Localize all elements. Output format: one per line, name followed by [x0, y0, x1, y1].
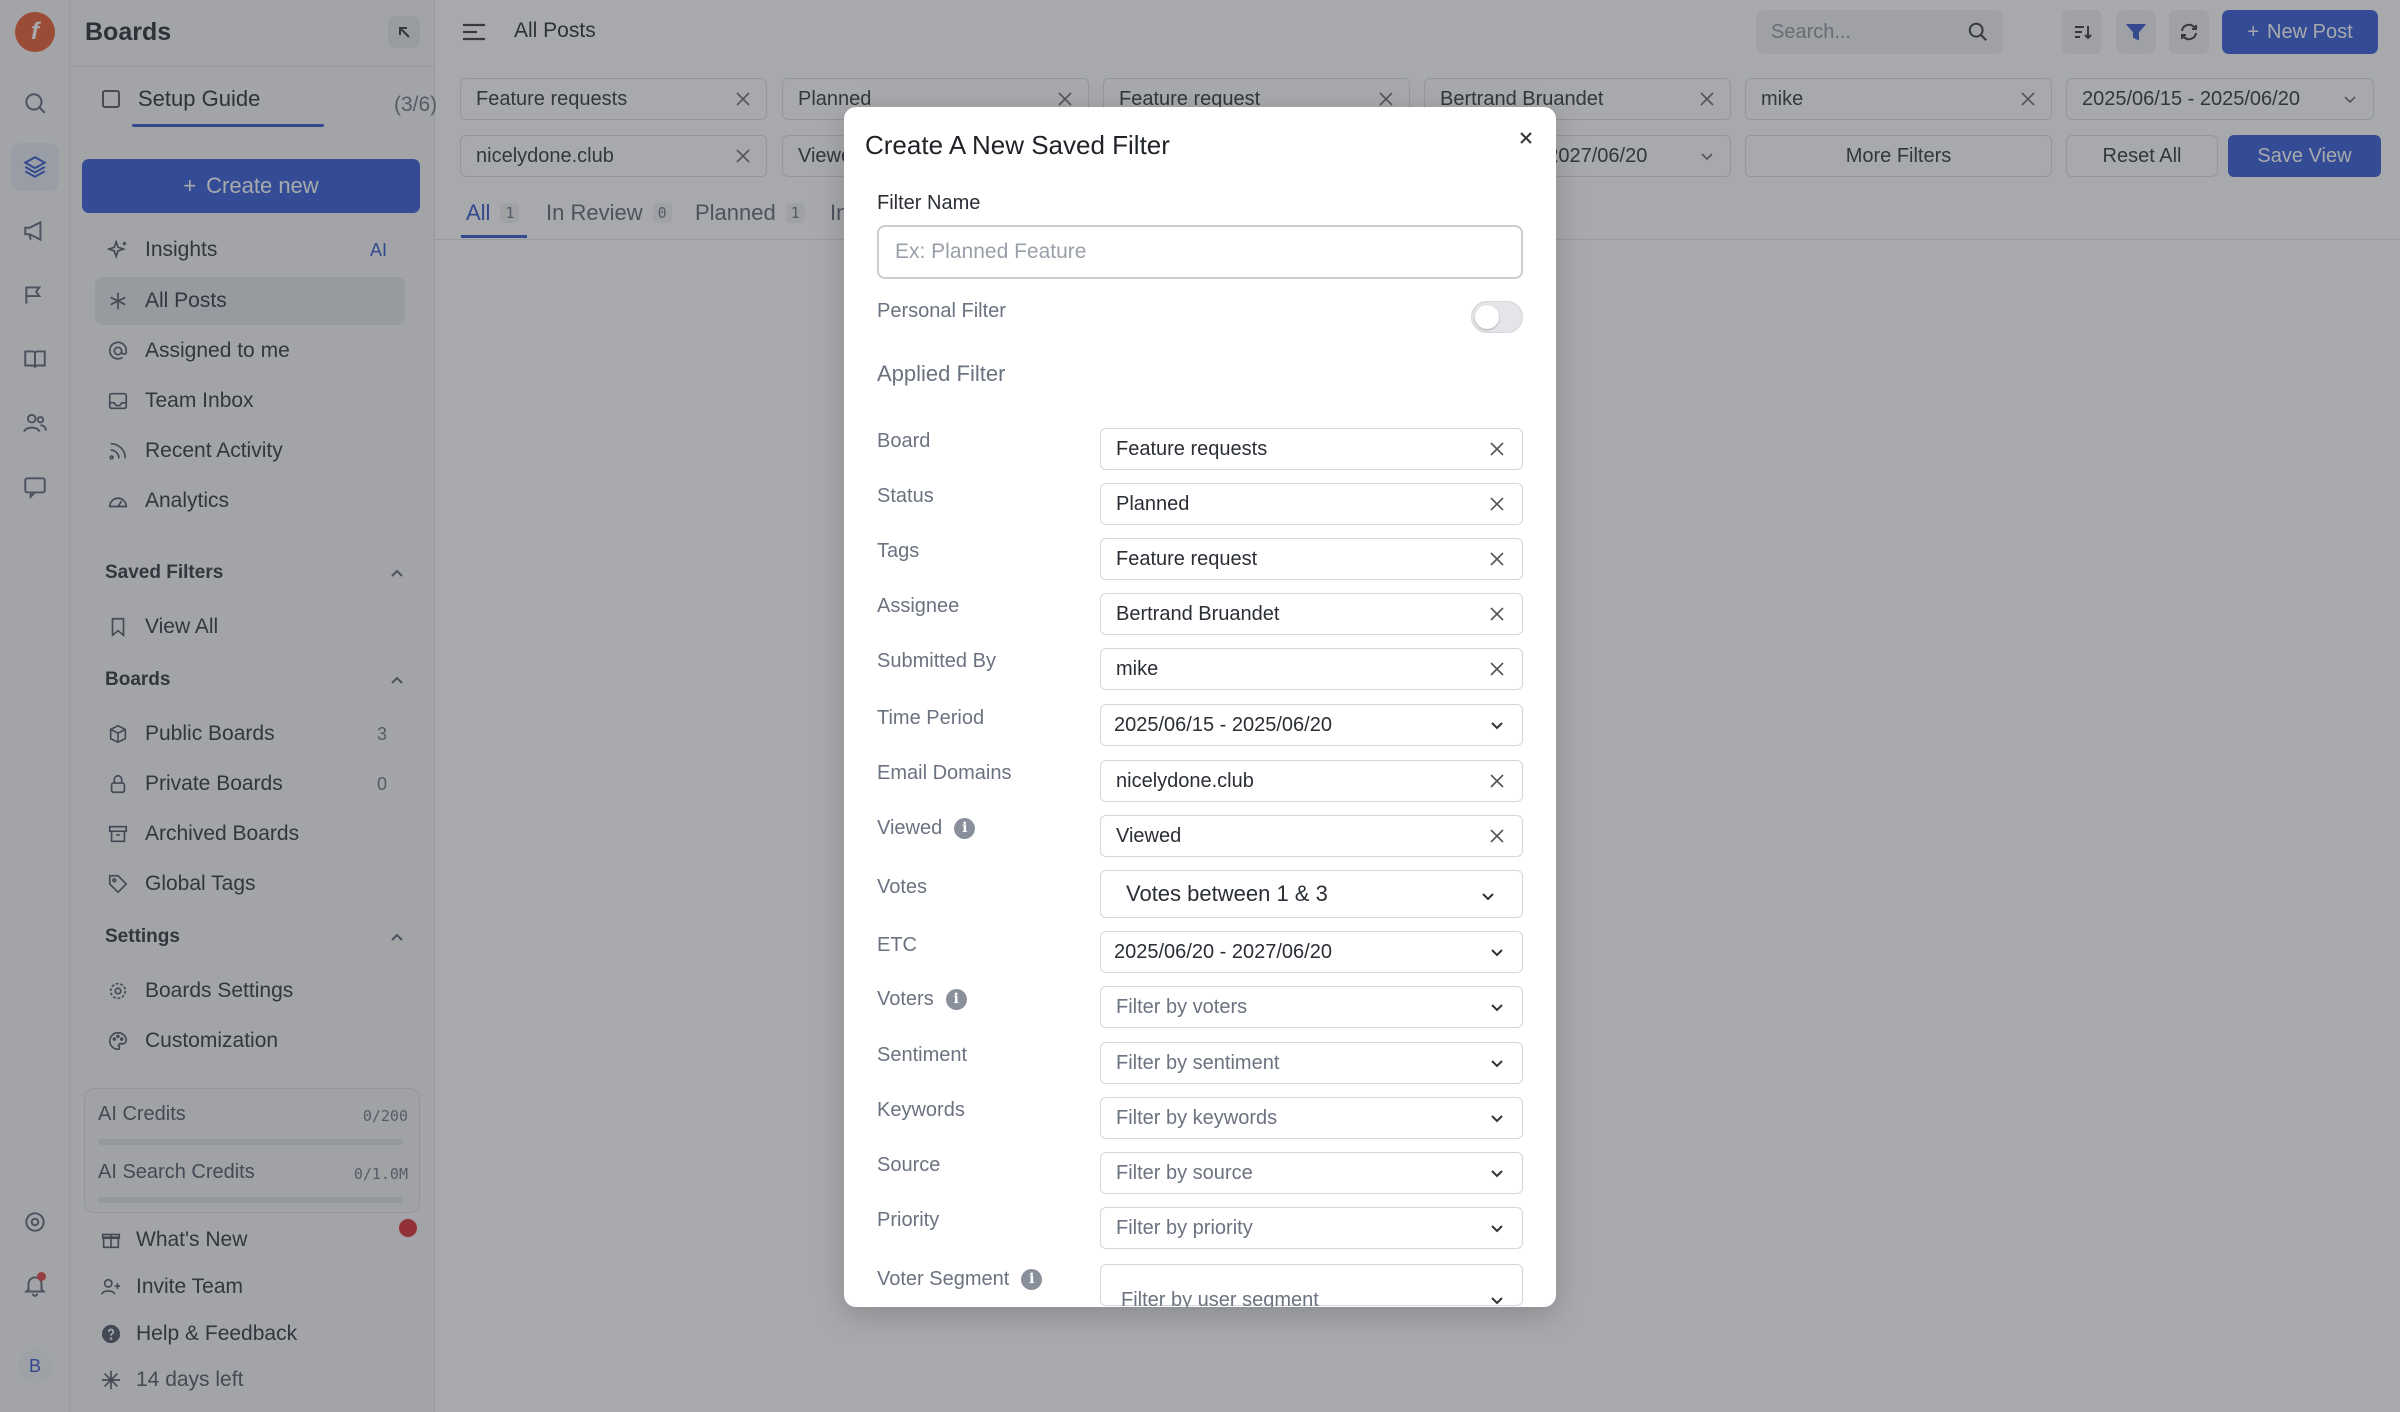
viewed-field[interactable]: Viewed — [1100, 815, 1523, 857]
close-icon — [1520, 132, 1532, 144]
close-icon[interactable] — [1488, 660, 1506, 678]
filter-name-label: Filter Name — [877, 192, 981, 214]
field-label-viewed: Viewed i — [877, 817, 976, 840]
field-value: 2025/06/20 - 2027/06/20 — [1114, 940, 1332, 963]
field-value: mike — [1116, 657, 1159, 680]
close-icon[interactable] — [1488, 772, 1506, 790]
field-label-voter-segment: Voter Segment i — [877, 1268, 1043, 1291]
field-label-etc: ETC — [877, 934, 917, 956]
etc-select[interactable]: 2025/06/20 - 2027/06/20 — [1100, 931, 1523, 973]
field-value: 2025/06/15 - 2025/06/20 — [1114, 713, 1332, 736]
status-field[interactable]: Planned — [1100, 483, 1523, 525]
info-icon[interactable]: i — [945, 989, 967, 1010]
field-value: Filter by voters — [1116, 995, 1248, 1018]
field-value: Filter by keywords — [1116, 1106, 1278, 1129]
create-saved-filter-modal: Create A New Saved Filter Filter Name Ex… — [844, 107, 1556, 1307]
board-field[interactable]: Feature requests — [1100, 428, 1523, 470]
chevron-down-icon — [1488, 1109, 1506, 1127]
field-value: Viewed — [1116, 824, 1182, 847]
chevron-down-icon — [1488, 1291, 1506, 1307]
field-value: Filter by sentiment — [1116, 1051, 1280, 1074]
field-value: Bertrand Bruandet — [1116, 602, 1280, 625]
priority-select[interactable]: Filter by priority — [1100, 1207, 1523, 1249]
field-label-text: Viewed — [877, 817, 943, 839]
assignee-field[interactable]: Bertrand Bruandet — [1100, 593, 1523, 635]
info-icon[interactable]: i — [954, 818, 976, 839]
votes-select[interactable]: Votes between 1 & 3 — [1100, 870, 1523, 918]
field-label-votes: Votes — [877, 876, 928, 898]
field-label-assignee: Assignee — [877, 595, 960, 617]
close-icon[interactable] — [1488, 827, 1506, 845]
close-icon[interactable] — [1488, 440, 1506, 458]
chevron-down-icon — [1488, 998, 1506, 1016]
field-label-tags: Tags — [877, 540, 920, 562]
field-label-status: Status — [877, 485, 934, 507]
chevron-down-icon — [1488, 716, 1506, 734]
personal-filter-toggle[interactable] — [1471, 301, 1523, 333]
field-value: Feature requests — [1116, 437, 1268, 460]
field-label-voters: Voters i — [877, 988, 967, 1011]
chevron-down-icon — [1488, 943, 1506, 961]
submitted-by-field[interactable]: mike — [1100, 648, 1523, 690]
tags-field[interactable]: Feature request — [1100, 538, 1523, 580]
chevron-down-icon — [1488, 1219, 1506, 1237]
field-label-time-period: Time Period — [877, 707, 985, 729]
field-value: Feature request — [1116, 547, 1258, 570]
field-label-keywords: Keywords — [877, 1099, 965, 1121]
voters-select[interactable]: Filter by voters — [1100, 986, 1523, 1028]
field-label-priority: Priority — [877, 1209, 940, 1231]
email-domains-field[interactable]: nicelydone.club — [1100, 760, 1523, 802]
applied-filter-label: Applied Filter — [877, 361, 1006, 386]
voter-segment-select[interactable]: Filter by user segment — [1100, 1264, 1523, 1308]
personal-filter-label: Personal Filter — [877, 300, 1006, 322]
close-icon[interactable] — [1488, 605, 1506, 623]
field-value: nicelydone.club — [1116, 769, 1254, 792]
field-value: Filter by user segment — [1121, 1288, 1319, 1308]
field-label-submitted-by: Submitted By — [877, 650, 996, 672]
time-period-select[interactable]: 2025/06/15 - 2025/06/20 — [1100, 704, 1523, 746]
modal-title: Create A New Saved Filter — [865, 130, 1170, 160]
sentiment-select[interactable]: Filter by sentiment — [1100, 1042, 1523, 1084]
field-label-text: Voter Segment — [877, 1268, 1010, 1290]
field-value: Votes between 1 & 3 — [1126, 881, 1328, 906]
chevron-down-icon — [1488, 1164, 1506, 1182]
field-label-email-domains: Email Domains — [877, 762, 1012, 784]
field-label-sentiment: Sentiment — [877, 1044, 968, 1066]
close-icon[interactable] — [1488, 550, 1506, 568]
field-value: Filter by priority — [1116, 1216, 1253, 1239]
field-value: Filter by source — [1116, 1161, 1253, 1184]
close-icon[interactable] — [1488, 495, 1506, 513]
chevron-down-icon — [1488, 1054, 1506, 1072]
field-label-board: Board — [877, 430, 931, 452]
info-icon[interactable]: i — [1021, 1269, 1043, 1290]
close-modal-button[interactable] — [1509, 121, 1543, 155]
keywords-select[interactable]: Filter by keywords — [1100, 1097, 1523, 1139]
field-label-text: Voters — [877, 988, 934, 1010]
field-value: Planned — [1116, 492, 1190, 515]
chevron-down-icon — [1479, 885, 1497, 903]
field-label-source: Source — [877, 1154, 941, 1176]
filter-name-input[interactable]: Ex: Planned Feature — [877, 225, 1523, 279]
source-select[interactable]: Filter by source — [1100, 1152, 1523, 1194]
